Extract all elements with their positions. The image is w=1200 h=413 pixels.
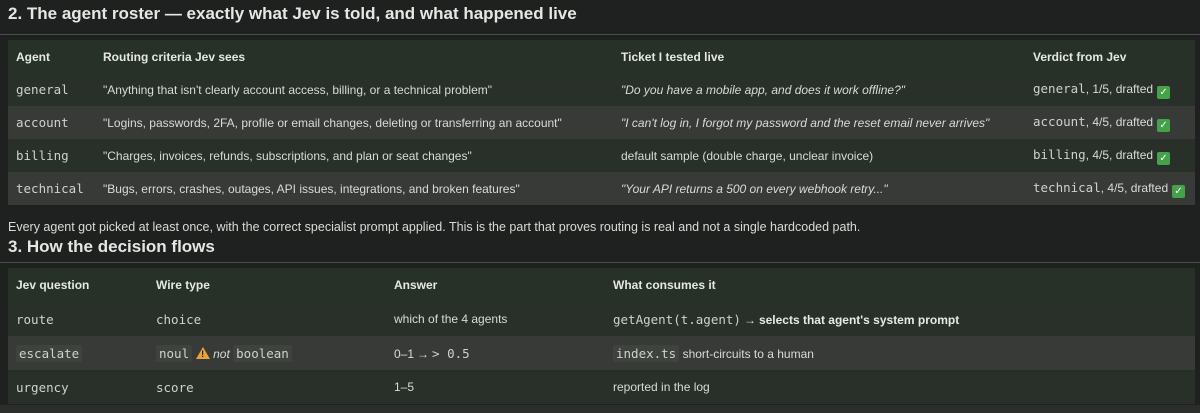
routing-criteria: "Bugs, errors, crashes, outages, API iss… [103, 181, 520, 196]
table-header-row: Jev question Wire type Answer What consu… [8, 268, 1195, 302]
roster-heading: 2. The agent roster — exactly what Jev i… [8, 4, 577, 23]
column-header: Wire type [156, 278, 210, 292]
answer-code: > 0.5 [432, 345, 470, 361]
routing-criteria: "Charges, invoices, refunds, subscriptio… [103, 148, 472, 163]
column-header: Jev question [16, 278, 90, 292]
table-row: account "Logins, passwords, 2FA, profile… [8, 106, 1195, 139]
ticket-tested: "I can't log in, I forgot my password an… [621, 115, 990, 130]
wire-type: noul! not boolean [148, 336, 386, 370]
check-mark-icon: ✓ [1172, 184, 1186, 198]
column-header: Answer [394, 278, 438, 292]
jev-question: escalate [8, 336, 148, 370]
table-row: route choice which of the 4 agents getAg… [8, 302, 1195, 336]
check-mark-icon: ✓ [1157, 85, 1171, 99]
verdict: billing, 4/5, drafted ✓ [1025, 139, 1195, 172]
verdict-agent: billing [1033, 146, 1086, 162]
column-header: Routing criteria Jev sees [103, 49, 246, 64]
arrow: → [417, 346, 430, 361]
routing-criteria: "Logins, passwords, 2FA, profile or emai… [103, 115, 562, 130]
answer: which of the 4 agents [394, 312, 508, 326]
table-row: urgency score 1–5 reported in the log [8, 370, 1195, 404]
wire-type-code: boolean [233, 344, 292, 362]
jev-question: urgency [16, 379, 69, 395]
divider [0, 262, 1200, 263]
wire-not: not [213, 346, 230, 361]
warning-triangle-icon: ! [196, 346, 211, 359]
wire-code: noul [156, 344, 193, 362]
table-row: general "Anything that isn't clearly acc… [8, 73, 1195, 106]
roster-note: Every agent got picked at least once, wi… [8, 220, 861, 234]
table-row: escalate noul! not boolean 0–1 → > 0.5 inde… [8, 336, 1195, 370]
answer: 0–1 → > 0.5 [386, 336, 605, 370]
column-header: Agent [16, 49, 50, 64]
arrow: → [743, 312, 756, 327]
verdict-agent: general [1033, 80, 1086, 96]
consumer: reported in the log [613, 380, 710, 394]
ticket-tested: "Do you have a mobile app, and does it w… [621, 82, 906, 97]
verdict-detail: , 4/5, drafted [1085, 147, 1154, 162]
verdict-agent: account [1033, 113, 1086, 129]
verdict: general, 1/5, drafted ✓ [1025, 73, 1195, 106]
consumer-code: index.ts [613, 344, 680, 362]
answer: 1–5 [394, 380, 415, 394]
question-code: escalate [16, 344, 83, 362]
agent-name: general [16, 82, 69, 97]
check-mark-icon: ✓ [1157, 118, 1171, 132]
verdict: account, 4/5, drafted ✓ [1025, 106, 1195, 139]
jev-question: route [16, 311, 54, 327]
wire-type: score [156, 379, 194, 395]
routing-criteria: "Anything that isn't clearly account acc… [103, 82, 493, 97]
check-mark-icon: ✓ [1157, 151, 1171, 165]
consumer-text: selects that agent's system prompt [758, 312, 960, 327]
verdict-detail: , 1/5, drafted [1085, 81, 1154, 96]
column-header: What consumes it [613, 278, 716, 292]
flow-heading: 3. How the decision flows [8, 237, 215, 256]
wire-type: choice [156, 311, 202, 327]
table-header-row: Agent Routing criteria Jev sees Ticket I… [8, 40, 1195, 73]
verdict-agent: technical [1033, 179, 1101, 195]
column-header: Verdict from Jev [1033, 49, 1127, 64]
table-row: technical "Bugs, errors, crashes, outage… [8, 172, 1195, 205]
bottom-scroll-area [0, 405, 1200, 413]
consumer: getAgent(t.agent) → selects that agent's s… [605, 302, 1195, 336]
column-header: Ticket I tested live [621, 49, 725, 64]
decision-flow-table: Jev question Wire type Answer What consu… [8, 268, 1195, 404]
consumer: index.ts short-circuits to a human [605, 336, 1195, 370]
table-row: billing "Charges, invoices, refunds, sub… [8, 139, 1195, 172]
answer-range: 0–1 [394, 346, 415, 361]
agent-name: billing [16, 148, 69, 163]
divider [0, 34, 1200, 35]
ticket-tested: "Your API returns a 500 on every webhook… [621, 181, 888, 196]
agent-name: account [16, 115, 69, 130]
verdict-detail: , 4/5, drafted [1085, 114, 1154, 129]
agent-roster-table: Agent Routing criteria Jev sees Ticket I… [8, 40, 1195, 205]
agent-name: technical [16, 181, 84, 196]
verdict: technical, 4/5, drafted ✓ [1025, 172, 1195, 205]
ticket-tested: default sample (double charge, unclear i… [621, 148, 874, 163]
consumer-code: getAgent(t.agent) [613, 311, 741, 327]
consumer-text: short-circuits to a human [682, 346, 814, 361]
verdict-detail: , 4/5, drafted [1100, 180, 1169, 195]
